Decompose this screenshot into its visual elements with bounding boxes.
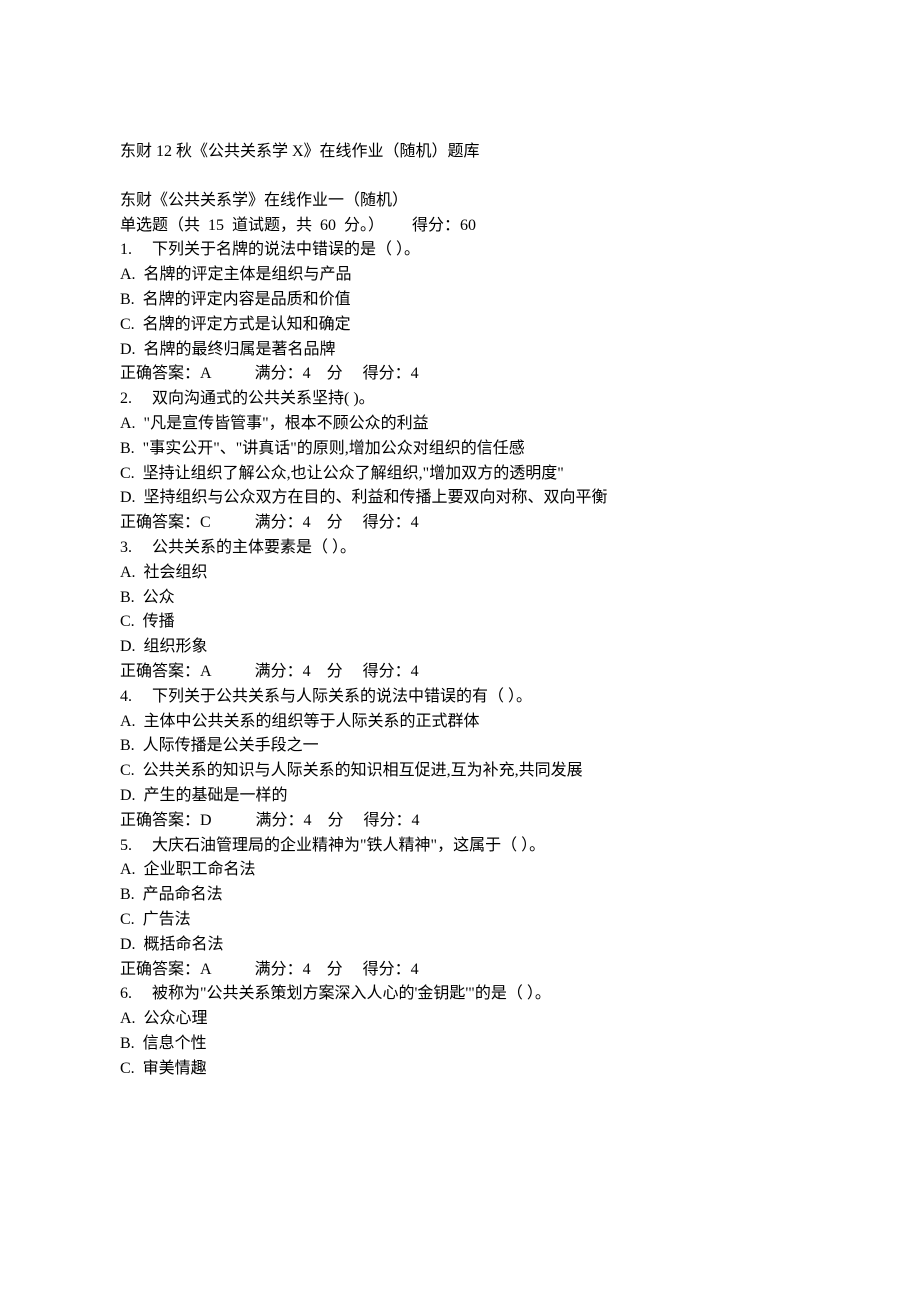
option: B. 产品命名法 xyxy=(120,883,800,908)
option: C. 坚持让组织了解公众,也让公众了解组织,"增加双方的透明度" xyxy=(120,462,800,487)
option: D. 坚持组织与公众双方在目的、利益和传播上要双向对称、双向平衡 xyxy=(120,486,800,511)
answer-line: 正确答案：C 满分：4 分 得分：4 xyxy=(120,511,800,536)
question-block: 1. 下列关于名牌的说法中错误的是（ ）。 A. 名牌的评定主体是组织与产品 B… xyxy=(120,238,800,387)
answer-line: 正确答案：A 满分：4 分 得分：4 xyxy=(120,660,800,685)
option: A. 公众心理 xyxy=(120,1007,800,1032)
option: B. 公众 xyxy=(120,586,800,611)
option: C. 公共关系的知识与人际关系的知识相互促进,互为补充,共同发展 xyxy=(120,759,800,784)
option: D. 产生的基础是一样的 xyxy=(120,784,800,809)
option: D. 组织形象 xyxy=(120,635,800,660)
option: C. 名牌的评定方式是认知和确定 xyxy=(120,313,800,338)
document-title: 东财 12 秋《公共关系学 X》在线作业（随机）题库 xyxy=(120,140,800,165)
option: C. 广告法 xyxy=(120,908,800,933)
assignment-heading: 东财《公共关系学》在线作业一（随机） xyxy=(120,189,800,214)
question-stem: 5. 大庆石油管理局的企业精神为"铁人精神"，这属于（ ）。 xyxy=(120,834,800,859)
option: C. 传播 xyxy=(120,610,800,635)
question-block: 4. 下列关于公共关系与人际关系的说法中错误的有（ ）。 A. 主体中公共关系的… xyxy=(120,685,800,834)
question-block: 6. 被称为"公共关系策划方案深入人心的'金钥匙'"的是（ ）。 A. 公众心理… xyxy=(120,982,800,1081)
answer-line: 正确答案：A 满分：4 分 得分：4 xyxy=(120,958,800,983)
option: A. "凡是宣传皆管事"，根本不顾公众的利益 xyxy=(120,412,800,437)
question-stem: 2. 双向沟通式的公共关系坚持( )。 xyxy=(120,387,800,412)
option: B. "事实公开"、"讲真话"的原则,增加公众对组织的信任感 xyxy=(120,437,800,462)
question-block: 3. 公共关系的主体要素是（ ）。 A. 社会组织 B. 公众 C. 传播 D.… xyxy=(120,536,800,685)
option: D. 概括命名法 xyxy=(120,933,800,958)
answer-line: 正确答案：D 满分：4 分 得分：4 xyxy=(120,809,800,834)
option: A. 名牌的评定主体是组织与产品 xyxy=(120,263,800,288)
option: B. 名牌的评定内容是品质和价值 xyxy=(120,288,800,313)
answer-line: 正确答案：A 满分：4 分 得分：4 xyxy=(120,362,800,387)
option: A. 企业职工命名法 xyxy=(120,858,800,883)
option: B. 信息个性 xyxy=(120,1032,800,1057)
question-stem: 6. 被称为"公共关系策划方案深入人心的'金钥匙'"的是（ ）。 xyxy=(120,982,800,1007)
option: A. 社会组织 xyxy=(120,561,800,586)
question-stem: 4. 下列关于公共关系与人际关系的说法中错误的有（ ）。 xyxy=(120,685,800,710)
question-block: 2. 双向沟通式的公共关系坚持( )。 A. "凡是宣传皆管事"，根本不顾公众的… xyxy=(120,387,800,536)
question-stem: 3. 公共关系的主体要素是（ ）。 xyxy=(120,536,800,561)
option: A. 主体中公共关系的组织等于人际关系的正式群体 xyxy=(120,710,800,735)
option: C. 审美情趣 xyxy=(120,1057,800,1082)
question-stem: 1. 下列关于名牌的说法中错误的是（ ）。 xyxy=(120,238,800,263)
question-block: 5. 大庆石油管理局的企业精神为"铁人精神"，这属于（ ）。 A. 企业职工命名… xyxy=(120,834,800,983)
option: D. 名牌的最终归属是著名品牌 xyxy=(120,338,800,363)
option: B. 人际传播是公关手段之一 xyxy=(120,734,800,759)
section-header: 单选题（共 15 道试题，共 60 分。） 得分：60 xyxy=(120,214,800,239)
